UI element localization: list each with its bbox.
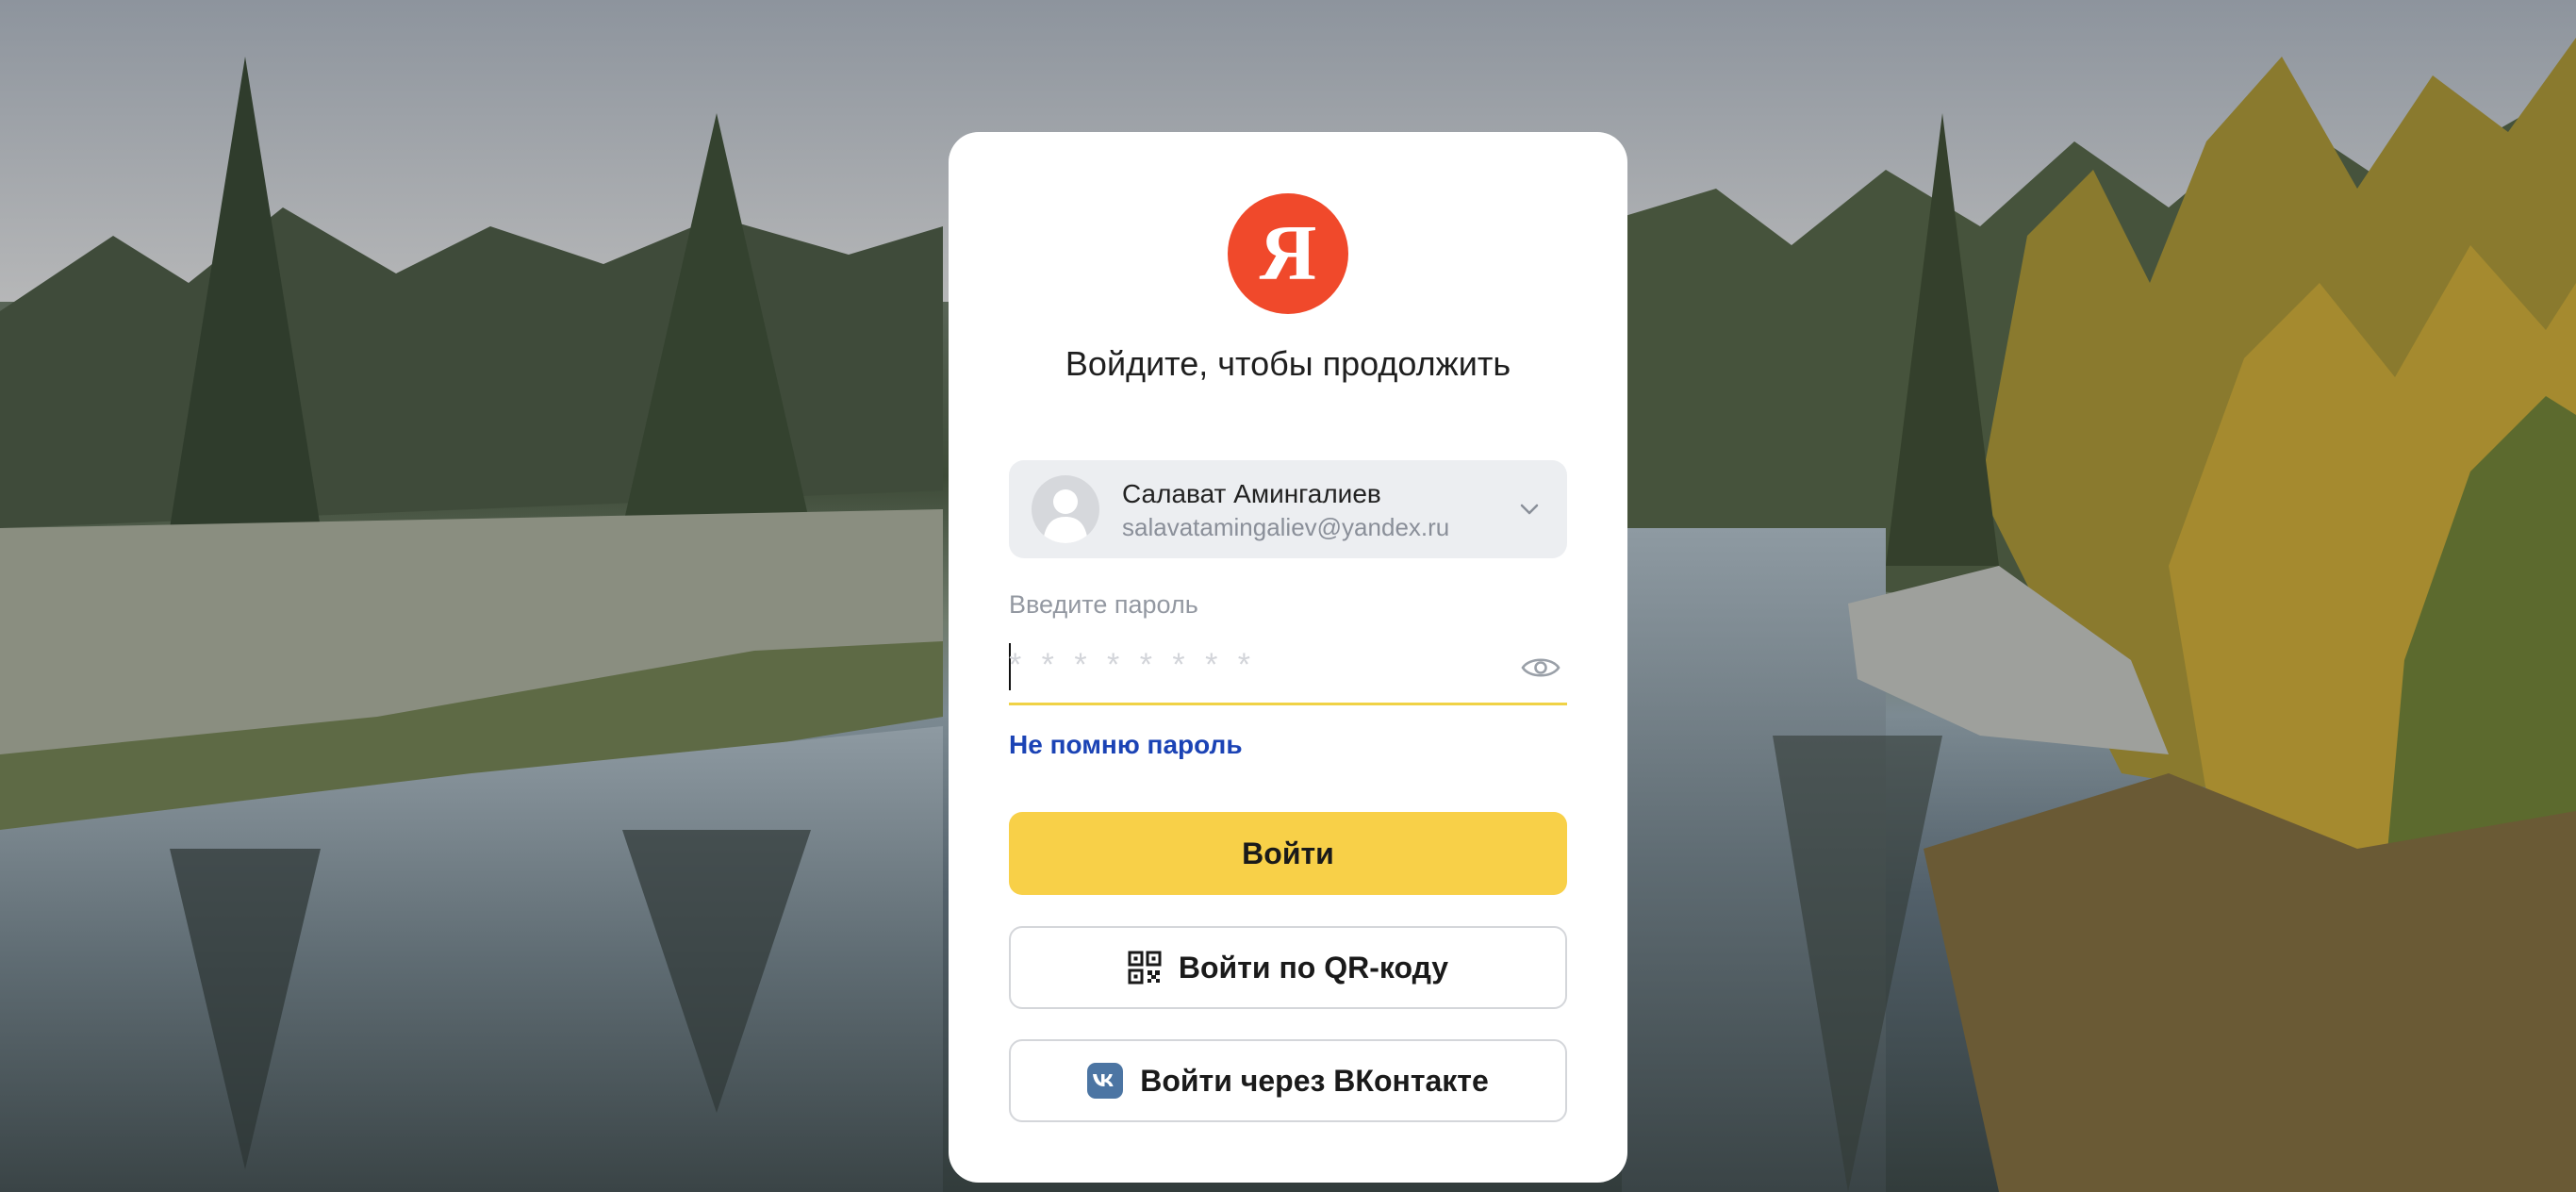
logo-letter: Я: [1259, 209, 1317, 297]
user-silhouette-icon: [1043, 489, 1088, 543]
login-card: Я Войдите, чтобы продолжить Салават Амин…: [949, 132, 1627, 1183]
qr-login-label: Войти по QR-коду: [1178, 950, 1449, 985]
password-label: Введите пароль: [1009, 590, 1198, 619]
login-button-label: Войти: [1242, 836, 1334, 870]
account-name: Салават Амингалиев: [1122, 479, 1381, 508]
account-selector[interactable]: Салават Амингалиев salavatamingaliev@yan…: [1009, 460, 1567, 558]
yandex-logo: Я: [1228, 193, 1348, 314]
qr-code-icon: [1128, 951, 1162, 985]
chevron-down-icon[interactable]: [1516, 496, 1543, 522]
vk-login-label: Войти через ВКонтакте: [1140, 1063, 1489, 1098]
vk-icon: [1087, 1063, 1124, 1099]
eye-icon[interactable]: [1520, 653, 1561, 683]
avatar: [1032, 475, 1099, 543]
account-email: salavatamingaliev@yandex.ru: [1122, 513, 1450, 541]
password-input[interactable]: [1009, 643, 1480, 687]
forgot-password-link[interactable]: Не помню пароль: [1009, 730, 1243, 760]
vk-login-button[interactable]: Войти через ВКонтакте: [1009, 1039, 1567, 1122]
password-field[interactable]: [1009, 630, 1567, 705]
login-button[interactable]: Войти: [1009, 812, 1567, 895]
vk-logo-glyph: [1093, 1074, 1114, 1086]
page-title: Войдите, чтобы продолжить: [1065, 344, 1511, 383]
qr-login-button[interactable]: Войти по QR-коду: [1009, 926, 1567, 1009]
